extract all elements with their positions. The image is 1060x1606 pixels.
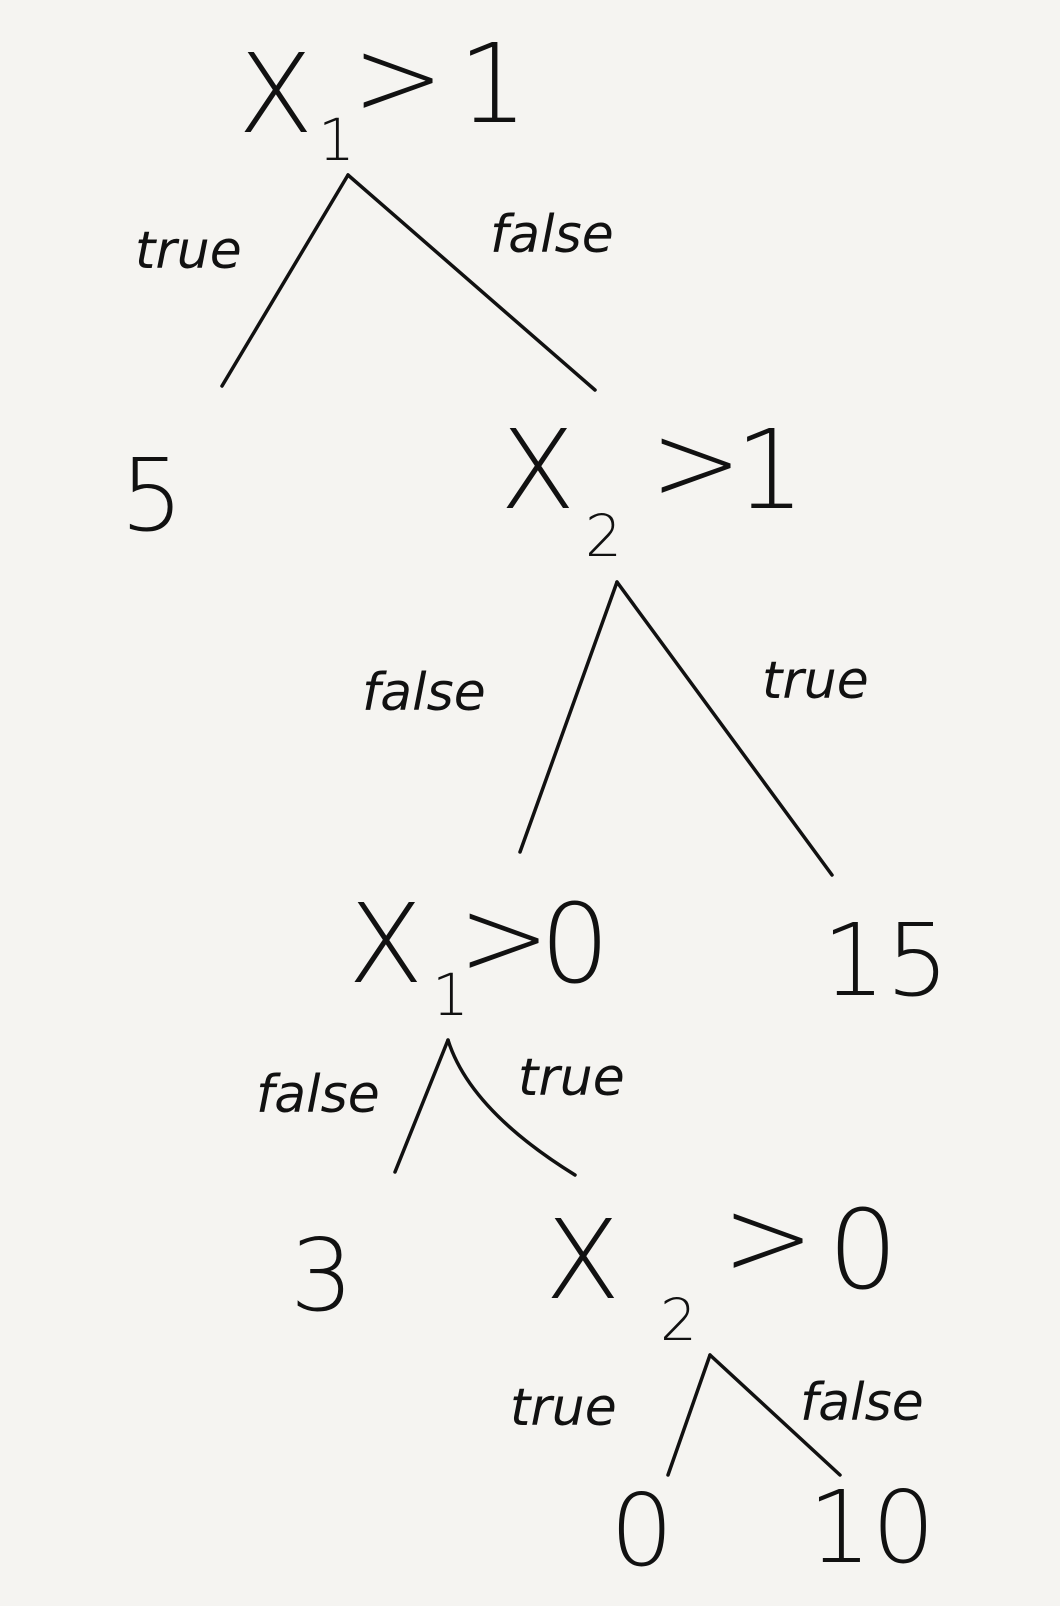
decision-tree-diagram: X 1 > 1 true false 5 X 2 > 1 false true … xyxy=(120,13,949,1589)
node-x2-gt-0: X 2 > 0 xyxy=(545,1173,898,1354)
leaf-5: 5 xyxy=(120,437,184,554)
node4-sub: 2 xyxy=(660,1286,697,1354)
decision-tree-canvas: X 1 > 1 true false 5 X 2 > 1 false true … xyxy=(0,0,1060,1606)
node4-op: > xyxy=(722,1173,814,1301)
node2-op: > xyxy=(650,398,742,526)
node2-threshold: 1 xyxy=(735,406,805,534)
node3-true-label: true xyxy=(518,1048,625,1108)
node4-true-label: true xyxy=(510,1378,617,1438)
node-x2-gt-1: X 2 > 1 xyxy=(500,398,805,570)
root-op: > xyxy=(352,13,444,141)
node2-false-edge xyxy=(518,580,619,854)
node3-threshold: 0 xyxy=(540,880,610,1008)
node2-false-label: false xyxy=(362,663,486,723)
root-true-label: true xyxy=(135,221,242,281)
node4-var: X xyxy=(545,1196,620,1324)
node4-threshold: 0 xyxy=(828,1186,898,1314)
leaf-15: 15 xyxy=(822,902,949,1019)
node-x1-gt-0: X 1 > 0 xyxy=(348,873,610,1029)
node3-false-edge xyxy=(393,1038,450,1174)
leaf-10: 10 xyxy=(808,1469,935,1586)
leaf-3: 3 xyxy=(290,1217,354,1334)
root-node: X 1 > 1 xyxy=(238,13,528,174)
node2-var: X xyxy=(500,406,575,534)
node2-sub: 2 xyxy=(585,502,622,570)
root-false-label: false xyxy=(490,205,614,265)
node3-op: > xyxy=(458,873,550,1001)
node4-false-label: false xyxy=(800,1373,924,1433)
root-threshold: 1 xyxy=(458,20,528,148)
leaf-0: 0 xyxy=(610,1472,674,1589)
node2-true-edge xyxy=(615,580,834,877)
root-var: X xyxy=(238,30,313,158)
node3-false-label: false xyxy=(256,1065,380,1125)
node3-var: X xyxy=(348,880,423,1008)
node2-true-label: true xyxy=(762,651,869,711)
node4-true-edge xyxy=(666,1353,712,1477)
root-sub: 1 xyxy=(318,106,355,174)
